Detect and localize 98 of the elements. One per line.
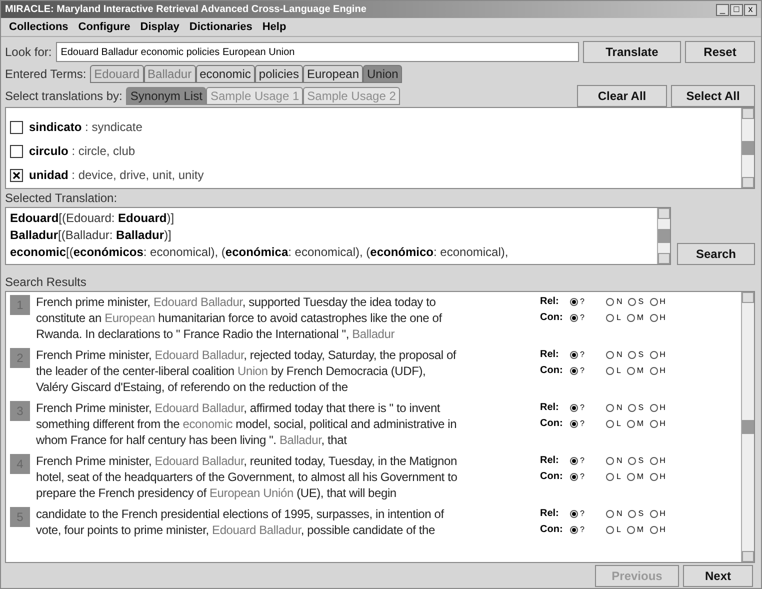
- result-text-line: something different from the economic model, social, political and administrative in: [36, 416, 458, 432]
- radio-option[interactable]: H: [650, 297, 666, 306]
- result-text-line: vote, four points to prime minister, Edouard Balladur, possible candidate of the: [36, 522, 436, 538]
- menu-item[interactable]: Configure: [78, 21, 130, 33]
- result-text-line: Rwanda. In declarations to " France Radio the International ", Balladur: [36, 326, 396, 342]
- radio-option[interactable]: H: [650, 350, 666, 359]
- rel-label: Rel:: [540, 349, 560, 360]
- cross-mark-icon: [13, 172, 20, 179]
- result-text-line: constitute an European humanitarian force to avoid catastrophes like the one of: [36, 310, 444, 326]
- scrollbar[interactable]: [741, 292, 754, 562]
- radio-option[interactable]: N: [606, 403, 622, 412]
- select-all-button[interactable]: Select All: [671, 85, 755, 107]
- checkbox[interactable]: [10, 145, 23, 158]
- con-label: Con:: [540, 418, 564, 429]
- selected-translation-label: Selected Translation:: [4, 190, 118, 207]
- radio-option[interactable]: ?: [570, 350, 584, 359]
- radio-option[interactable]: S: [628, 456, 644, 465]
- synonym-entry: circulo : circle, club: [29, 144, 136, 158]
- window-control[interactable]: □: [730, 4, 743, 16]
- synonym-entry: sindicato : syndicate: [29, 120, 142, 134]
- result-text-line: prepare the French presidency of European Unión (UE), that will begin: [36, 485, 398, 501]
- radio-option[interactable]: S: [628, 509, 644, 518]
- radio-option[interactable]: H: [650, 472, 666, 481]
- menu-item[interactable]: Collections: [9, 21, 68, 33]
- result-text-line: hotel, seat of the headquarters of the Government, to almost all his Government to: [36, 469, 458, 485]
- result-text-line: Valéry Giscard d'Estaing, of referendo on the reduction of the: [36, 379, 349, 395]
- radio-option[interactable]: N: [606, 350, 622, 359]
- checkbox[interactable]: [10, 169, 23, 182]
- term-tab[interactable]: policies: [254, 65, 303, 83]
- translation-line: Balladur[(Balladur: Balladur)]: [10, 227, 172, 244]
- radio-option[interactable]: M: [626, 525, 644, 534]
- radio-option[interactable]: M: [626, 472, 644, 481]
- radio-option[interactable]: S: [628, 403, 644, 412]
- con-label: Con:: [540, 365, 564, 376]
- window-title: MIRACLE: Maryland Interactive Retrieval Advanced Cross-Language Engine: [5, 4, 366, 15]
- radio-option[interactable]: ?: [570, 525, 584, 534]
- translation-line: economic[(económicos: economical), (económica: economical), (económico: economical),: [10, 244, 510, 261]
- radio-option[interactable]: H: [650, 419, 666, 428]
- term-tab[interactable]: Union: [363, 65, 402, 83]
- radio-option[interactable]: ?: [570, 403, 584, 412]
- radio-option[interactable]: ?: [570, 419, 584, 428]
- rel-label: Rel:: [540, 402, 560, 413]
- radio-option[interactable]: N: [606, 297, 622, 306]
- rel-label: Rel:: [540, 508, 560, 519]
- radio-option[interactable]: N: [606, 456, 622, 465]
- con-label: Con:: [540, 524, 564, 535]
- radio-option[interactable]: M: [626, 313, 644, 322]
- radio-option[interactable]: ?: [570, 509, 584, 518]
- next-button[interactable]: Next: [683, 564, 753, 586]
- radio-option[interactable]: N: [606, 509, 622, 518]
- result-text-line: French Prime minister, Edouard Balladur, rejected today, Saturday, the proposal of: [36, 347, 458, 363]
- menu-item[interactable]: Dictionaries: [189, 21, 252, 33]
- radio-option[interactable]: ?: [570, 313, 584, 322]
- menu-item[interactable]: Help: [262, 21, 286, 33]
- menu-item[interactable]: Display: [140, 21, 180, 33]
- radio-option[interactable]: M: [626, 419, 644, 428]
- result-text-line: candidate to the French presidential elections of 1995, surpasses, in intention of: [36, 506, 446, 522]
- result-text-line: French Prime minister, Edouard Balladur, reunited today, Tuesday, in the Matignon: [36, 453, 458, 469]
- checkbox[interactable]: [10, 121, 23, 134]
- term-tab[interactable]: European: [302, 65, 363, 83]
- radio-option[interactable]: H: [650, 456, 666, 465]
- radio-option[interactable]: M: [626, 366, 644, 375]
- radio-option[interactable]: S: [628, 297, 644, 306]
- search-results-label: Search Results: [4, 274, 88, 291]
- con-label: Con:: [540, 312, 564, 323]
- radio-option[interactable]: ?: [570, 366, 584, 375]
- window-control[interactable]: x: [744, 4, 757, 16]
- radio-option[interactable]: H: [650, 509, 666, 518]
- reset-button[interactable]: Reset: [685, 41, 755, 63]
- window-control[interactable]: _: [716, 4, 729, 16]
- radio-option[interactable]: ?: [570, 472, 584, 481]
- scrollbar[interactable]: [741, 108, 754, 188]
- look-for-field[interactable]: Edouard Balladur economic policies European Union: [56, 42, 579, 62]
- select-translations-label: Select translations by:: [5, 89, 122, 103]
- translation-line: Edouard[(Edouard: Edouard)]: [10, 210, 176, 227]
- radio-option[interactable]: H: [650, 403, 666, 412]
- con-label: Con:: [540, 471, 564, 482]
- rel-label: Rel:: [540, 455, 560, 466]
- result-text-line: French prime minister, Edouard Balladur, supported Tuesday the idea today to: [36, 294, 437, 310]
- translate-button[interactable]: Translate: [583, 41, 681, 63]
- radio-option[interactable]: S: [628, 350, 644, 359]
- radio-option[interactable]: ?: [570, 297, 584, 306]
- translation-tab[interactable]: Synonym List: [126, 87, 206, 105]
- radio-option[interactable]: H: [650, 525, 666, 534]
- entered-terms-label: Entered Terms:: [5, 67, 86, 81]
- radio-option[interactable]: ?: [570, 456, 584, 465]
- clear-all-button[interactable]: Clear All: [577, 85, 667, 107]
- radio-option[interactable]: H: [650, 366, 666, 375]
- result-text-line: the leader of the center-liberal coalition Union by French Democracia (UDF),: [36, 363, 427, 379]
- result-text-line: French Prime minister, Edouard Balladur, affirmed today that there is " to invent: [36, 400, 442, 416]
- radio-option[interactable]: H: [650, 313, 666, 322]
- look-for-label: Look for:: [5, 45, 52, 59]
- scrollbar[interactable]: [657, 208, 670, 264]
- result-text-line: whom France for half century has been living ". Balladur, that: [36, 432, 348, 448]
- term-tab[interactable]: economic: [196, 65, 255, 83]
- synonym-entry: unidad : device, drive, unit, unity: [29, 168, 204, 182]
- rel-label: Rel:: [540, 296, 560, 307]
- search-button[interactable]: Search: [677, 243, 755, 265]
